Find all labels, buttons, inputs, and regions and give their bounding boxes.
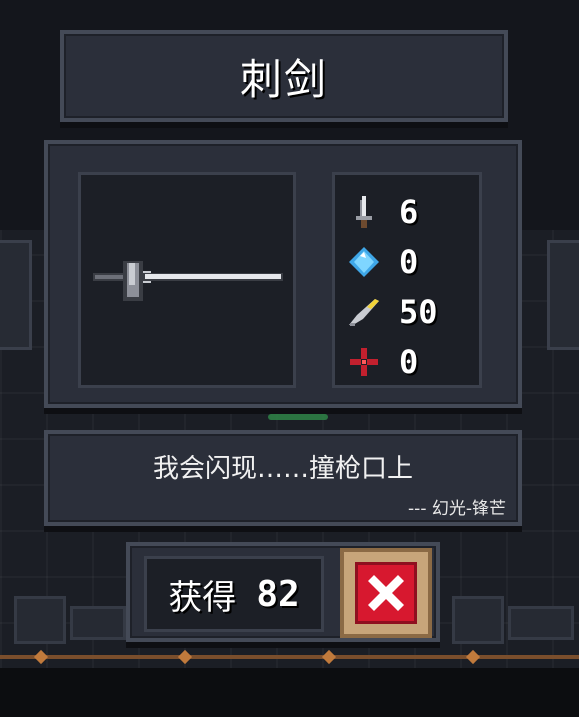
reward-panel: 获得 82 [126,542,440,642]
close-button[interactable] [340,548,432,638]
weapon-preview [78,172,296,388]
stat-critical: 50 [347,287,479,337]
rapier-icon [93,261,283,301]
stat-energy: 0 [347,237,479,287]
stat-value-critical: 50 [399,293,438,331]
reward-label: 获得 [168,577,237,618]
floor-rail [0,655,579,659]
quote-author: --- 幻光-锋芒 [408,499,506,519]
close-button-face[interactable] [355,562,417,624]
reward-display: 获得 82 [144,556,324,632]
weapon-stats: 6 0 50 0 [332,172,482,388]
sword-damage-icon [347,195,381,229]
left-wall-pillar [0,240,32,350]
pedestal-glow [268,414,328,420]
floor-block [14,596,66,644]
bottom-shadow [0,668,579,717]
stat-value-damage: 6 [399,193,419,231]
floor-block [452,596,504,644]
critical-feather-icon [347,295,381,329]
accuracy-crosshair-icon [347,345,381,379]
close-x-icon [368,575,404,611]
stat-damage: 6 [347,187,479,237]
stat-value-accuracy: 0 [399,343,419,381]
energy-crystal-icon [347,245,381,279]
stat-value-energy: 0 [399,243,419,281]
weapon-name: 刺剑 [239,54,328,104]
right-wall-pillar [547,240,579,350]
stat-accuracy: 0 [347,337,479,387]
weapon-title-panel: 刺剑 [60,30,508,122]
floor-block [508,606,574,640]
weapon-description-panel: 我会闪现……撞枪口上 --- 幻光-锋芒 [44,430,522,526]
reward-amount: 82 [256,573,300,615]
weapon-info-panel: 6 0 50 0 [44,140,522,408]
weapon-quote: 我会闪现……撞枪口上 [152,454,413,484]
floor-block [70,606,126,640]
